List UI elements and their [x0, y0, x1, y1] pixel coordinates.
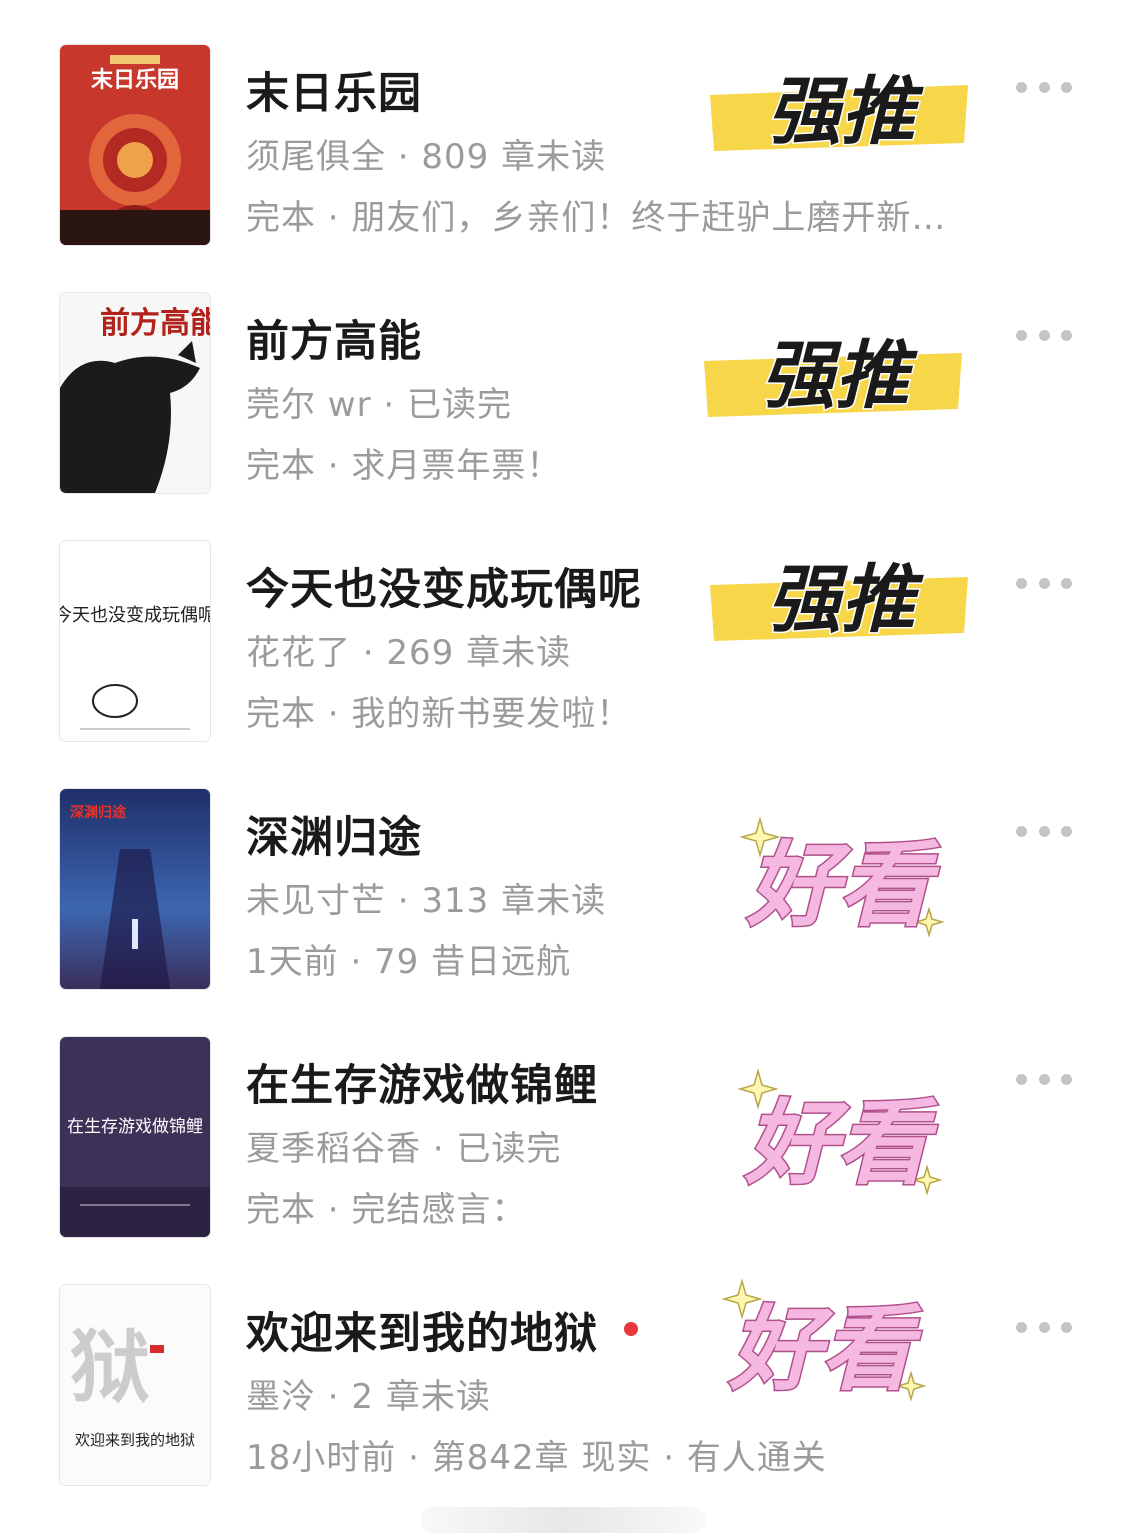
more-dots-icon[interactable]	[1016, 1067, 1072, 1091]
book-item[interactable]: 深渊归途 深渊归途 未见寸芒 · 313 章未读 1天前 · 79 昔日远航 好…	[0, 789, 1125, 1037]
cover-title: 深渊归途	[70, 804, 127, 821]
sticker-label: 强推	[767, 557, 924, 643]
strong-recommend-sticker: 强推	[700, 317, 965, 427]
book-item[interactable]: 前方高能 前方高能 莞尔 wr · 已读完 完本 · 求月票年票！ 强推	[0, 293, 1125, 541]
sticker-label: 好看	[744, 1090, 938, 1197]
book-meta: 墨泠 · 2 章未读	[246, 1377, 491, 1417]
book-title[interactable]: 在生存游戏做锦鲤	[246, 1051, 598, 1113]
book-item[interactable]: 今天也没变成玩偶呢 今天也没变成玩偶呢 花花了 · 269 章未读 完本 · 我…	[0, 541, 1125, 789]
cover-title: 末日乐园	[91, 68, 179, 93]
strong-recommend-sticker: 强推	[706, 55, 971, 165]
more-dots-icon[interactable]	[1016, 323, 1072, 347]
sticker-label: 强推	[761, 333, 918, 419]
book-latest: 1天前 · 79 昔日远航	[246, 942, 572, 982]
book-cover[interactable]: 深渊归途	[60, 789, 210, 989]
book-title[interactable]: 今天也没变成玩偶呢	[246, 555, 642, 617]
book-meta: 花花了 · 269 章未读	[246, 633, 572, 673]
book-cover[interactable]: 末日乐园	[60, 45, 210, 245]
book-cover[interactable]: 狱 欢迎来到我的地狱	[60, 1285, 210, 1485]
book-cover[interactable]: 前方高能	[60, 293, 210, 493]
sticker-label: 强推	[767, 69, 924, 155]
strong-recommend-sticker: 强推	[706, 541, 971, 651]
more-dots-icon[interactable]	[1016, 75, 1072, 99]
more-dots-icon[interactable]	[1016, 1315, 1072, 1339]
cover-title: 前方高能	[100, 306, 210, 341]
more-dots-icon[interactable]	[1016, 571, 1072, 595]
svg-text:狱: 狱	[70, 1321, 150, 1414]
book-meta: 未见寸芒 · 313 章未读	[246, 881, 607, 921]
book-meta: 须尾俱全 · 809 章未读	[246, 137, 607, 177]
red-dot-icon	[624, 1322, 638, 1336]
cover-title: 今天也没变成玩偶呢	[60, 605, 210, 626]
book-item[interactable]: 狱 欢迎来到我的地狱 欢迎来到我的地狱 墨泠 · 2 章未读 18小时前 · 第…	[0, 1278, 1125, 1533]
scroll-indicator	[420, 1507, 706, 1533]
book-latest: 18小时前 · 第842章 现实 · 有人通关	[246, 1438, 827, 1478]
sticker-label: 好看	[746, 832, 940, 939]
good-sticker: 好看	[722, 1067, 952, 1199]
good-sticker: 好看	[724, 809, 954, 941]
book-item[interactable]: 在生存游戏做锦鲤 在生存游戏做锦鲤 夏季稻谷香 · 已读完 完本 · 完结感言：…	[0, 1037, 1125, 1285]
book-latest: 完本 · 求月票年票！	[246, 446, 562, 486]
cover-title: 在生存游戏做锦鲤	[67, 1117, 203, 1137]
book-cover[interactable]: 在生存游戏做锦鲤	[60, 1037, 210, 1237]
book-meta: 莞尔 wr · 已读完	[246, 385, 513, 425]
book-meta: 夏季稻谷香 · 已读完	[246, 1129, 562, 1169]
book-title[interactable]: 前方高能	[246, 307, 422, 369]
book-title[interactable]: 末日乐园	[246, 59, 422, 121]
book-latest: 完本 · 朋友们，乡亲们！终于赶驴上磨开新…	[246, 198, 947, 238]
book-title[interactable]: 深渊归途	[246, 803, 422, 865]
more-dots-icon[interactable]	[1016, 819, 1072, 843]
good-sticker: 好看	[706, 1277, 936, 1407]
cover-title: 欢迎来到我的地狱	[75, 1431, 195, 1449]
book-cover[interactable]: 今天也没变成玩偶呢	[60, 541, 210, 741]
sticker-label: 好看	[728, 1296, 922, 1403]
book-item[interactable]: 末日乐园 末日乐园 须尾俱全 · 809 章未读 完本 · 朋友们，乡亲们！终于…	[0, 45, 1125, 293]
book-title[interactable]: 欢迎来到我的地狱	[246, 1299, 598, 1361]
book-latest: 完本 · 我的新书要发啦！	[246, 694, 632, 734]
